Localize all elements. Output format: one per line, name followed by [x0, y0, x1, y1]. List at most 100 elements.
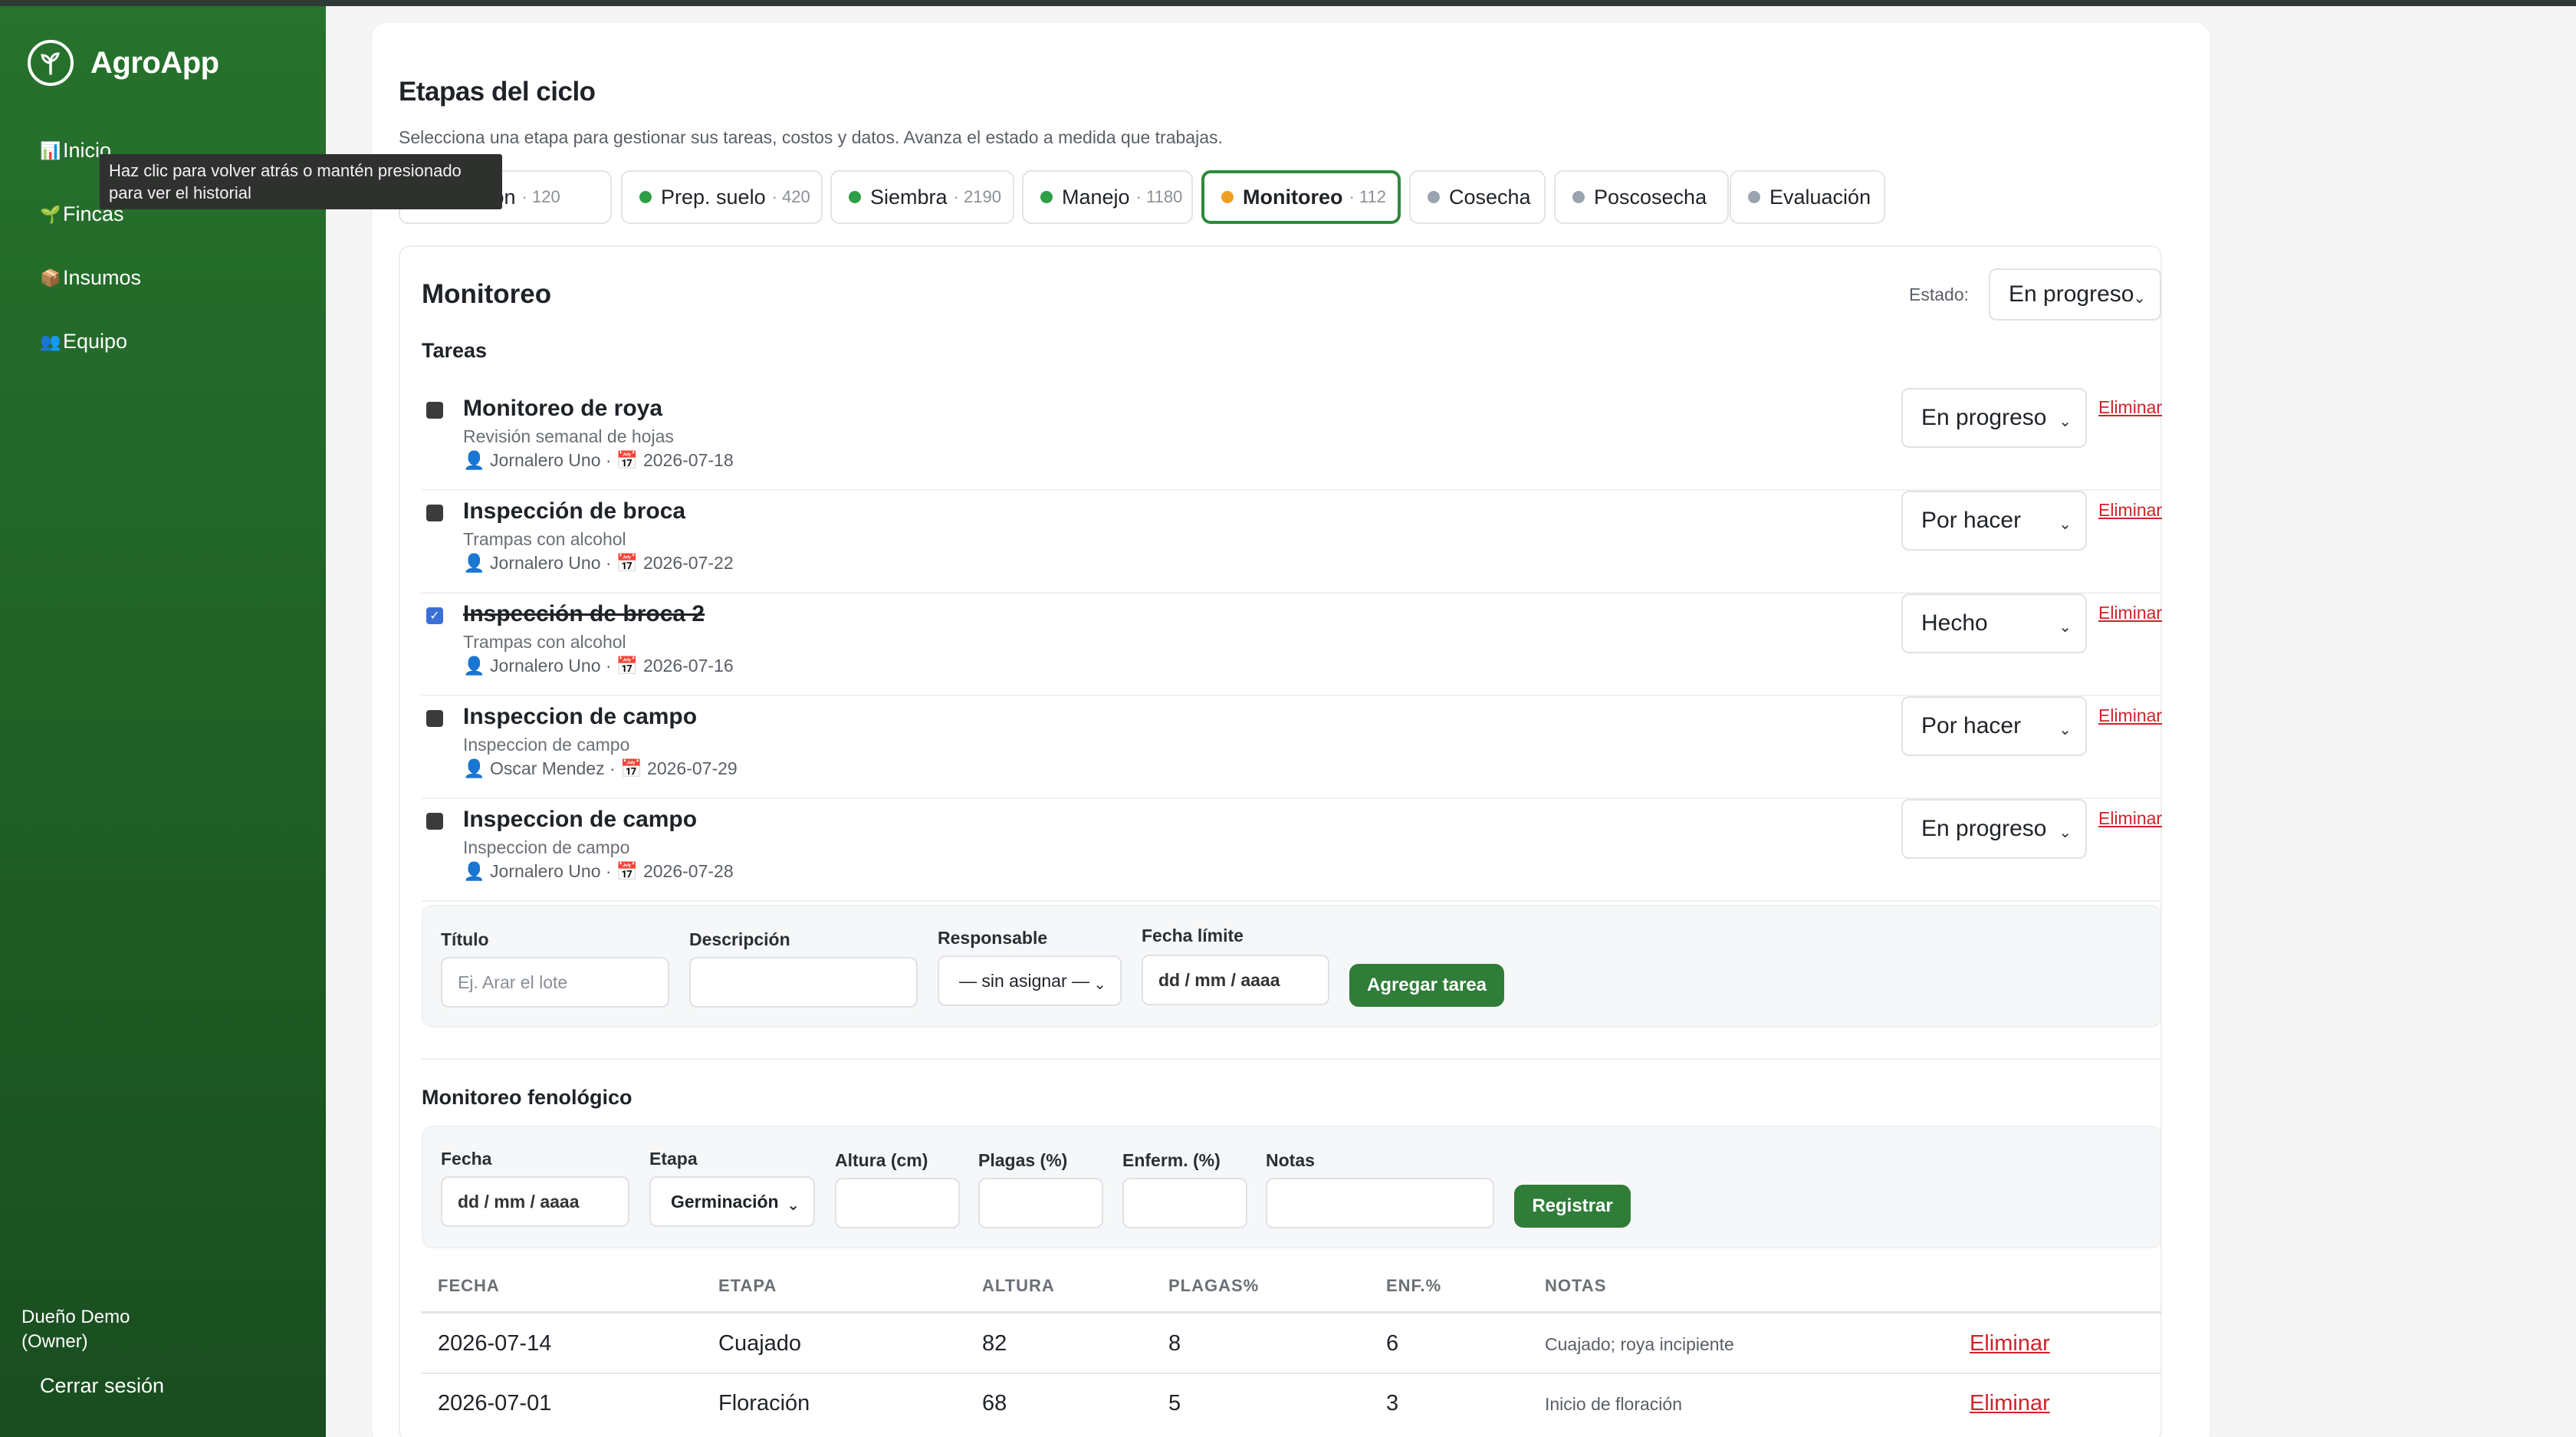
- task-title-input[interactable]: Ej. Arar el lote: [441, 957, 669, 1008]
- status-dot-icon: [849, 191, 861, 203]
- status-dot-icon: [1748, 191, 1760, 203]
- panel-title: Monitoreo: [422, 279, 552, 309]
- table-header-line: [422, 1311, 2162, 1314]
- stage-label: Manejo: [1062, 185, 1130, 209]
- task-title: Inspeccion de campo: [463, 807, 698, 832]
- task-status-value: En progreso: [1921, 405, 2047, 430]
- task-title: Inspeccion de campo: [463, 704, 698, 729]
- tab-cosecha[interactable]: Cosecha: [1409, 170, 1546, 224]
- plagas-input[interactable]: [978, 1178, 1103, 1228]
- task-checkbox-checked[interactable]: ✓: [426, 607, 443, 624]
- sidebar-item-insumos[interactable]: 📦 Insumos: [40, 266, 141, 290]
- pheno-stage-select[interactable]: Germinación ⌄: [649, 1176, 815, 1227]
- chevron-down-icon: ⌄: [1093, 976, 1106, 993]
- task-title: Monitoreo de roya: [463, 396, 663, 421]
- task-status-select[interactable]: Por hacer ⌄: [1901, 491, 2087, 551]
- task-description-input[interactable]: [689, 957, 918, 1008]
- task-meta: 👤 Jornalero Uno · 📅 2026-07-16: [463, 656, 734, 676]
- task-meta: 👤 Oscar Mendez · 📅 2026-07-29: [463, 758, 738, 778]
- task-status-select[interactable]: Hecho ⌄: [1901, 594, 2087, 653]
- task-checkbox[interactable]: [426, 505, 443, 521]
- task-description: Trampas con alcohol: [463, 632, 626, 652]
- stage-label: Cosecha: [1449, 185, 1531, 209]
- delete-task-link[interactable]: Eliminar: [2098, 397, 2162, 418]
- stage-status-select[interactable]: En progreso ⌄: [1989, 268, 2161, 321]
- cell-altura: 68: [982, 1391, 1007, 1416]
- status-dot-icon: [639, 191, 652, 203]
- title-label: Título: [441, 929, 489, 949]
- tab-prep-suelo[interactable]: Prep. suelo · 420: [621, 170, 823, 224]
- page-subtitle: Selecciona una etapa para gestionar sus …: [399, 127, 1223, 147]
- tab-poscosecha[interactable]: Poscosecha: [1554, 170, 1729, 224]
- cell-altura: 82: [982, 1331, 1007, 1356]
- column-header: FECHA: [438, 1276, 500, 1295]
- logout-button[interactable]: Cerrar sesión: [40, 1374, 164, 1398]
- stage-label: Siembra: [870, 185, 948, 209]
- delete-row-link[interactable]: Eliminar: [1970, 1331, 2050, 1356]
- current-user: Dueño Demo (Owner): [21, 1307, 130, 1352]
- stage-count: · 2190: [953, 187, 1001, 206]
- task-row: ✓ Inspección de broca 2 Trampas con alco…: [422, 594, 2162, 696]
- status-dot-icon: [1428, 191, 1440, 203]
- cell-fecha: 2026-07-01: [438, 1391, 552, 1416]
- notas-input[interactable]: [1266, 1178, 1494, 1228]
- responsable-value: — sin asignar —: [959, 970, 1090, 991]
- task-status-value: Por hacer: [1921, 508, 2022, 533]
- altura-input[interactable]: [835, 1178, 960, 1228]
- task-checkbox[interactable]: [426, 710, 443, 727]
- cell-fecha: 2026-07-14: [438, 1331, 552, 1356]
- cell-enf: 3: [1386, 1391, 1399, 1416]
- column-header: ENF.%: [1386, 1276, 1442, 1295]
- page-title: Etapas del ciclo: [399, 77, 596, 107]
- task-description: Trampas con alcohol: [463, 529, 626, 549]
- stage-count: · 1180: [1135, 187, 1183, 206]
- responsable-select[interactable]: — sin asignar — ⌄: [938, 955, 1122, 1006]
- task-description: Revisión semanal de hojas: [463, 426, 674, 446]
- task-checkbox[interactable]: [426, 402, 443, 419]
- notas-label: Notas: [1266, 1150, 1315, 1170]
- task-status-select[interactable]: Por hacer ⌄: [1901, 696, 2087, 756]
- delete-task-link[interactable]: Eliminar: [2098, 705, 2162, 726]
- delete-row-link[interactable]: Eliminar: [1970, 1391, 2050, 1416]
- cell-plagas: 5: [1168, 1391, 1181, 1416]
- task-status-select[interactable]: En progreso ⌄: [1901, 799, 2087, 859]
- task-status-value: En progreso: [1921, 816, 2047, 841]
- tab-siembra[interactable]: Siembra · 2190: [830, 170, 1014, 224]
- brand[interactable]: AgroApp: [28, 40, 219, 86]
- task-description: Inspeccion de campo: [463, 735, 630, 755]
- enferm-input[interactable]: [1122, 1178, 1247, 1228]
- status-dot-icon: [1221, 191, 1234, 203]
- column-header: ALTURA: [982, 1276, 1055, 1295]
- sidebar-item-equipo[interactable]: 👥 Equipo: [40, 330, 127, 353]
- delete-task-link[interactable]: Eliminar: [2098, 500, 2162, 521]
- tab-monitoreo[interactable]: Monitoreo · 112: [1201, 170, 1401, 224]
- tab-evaluacion[interactable]: Evaluación: [1730, 170, 1885, 224]
- sidebar: AgroApp 📊 Inicio 🌱 Fincas 📦 Insumos 👥 Eq…: [0, 6, 326, 1437]
- column-header: ETAPA: [718, 1276, 777, 1295]
- register-button[interactable]: Registrar: [1514, 1185, 1631, 1228]
- cell-notas: Cuajado; roya incipiente: [1545, 1334, 1734, 1354]
- delete-task-link[interactable]: Eliminar: [2098, 603, 2162, 623]
- chart-icon: 📊: [40, 140, 61, 160]
- tasks-heading: Tareas: [422, 339, 488, 362]
- add-task-button[interactable]: Agregar tarea: [1349, 964, 1504, 1007]
- pheno-date-input[interactable]: dd / mm / aaaa: [441, 1176, 629, 1227]
- stage-label: Prep. suelo: [661, 185, 766, 209]
- seedling-icon: 🌱: [40, 204, 61, 224]
- cell-plagas: 8: [1168, 1331, 1181, 1356]
- status-dot-icon: [1572, 191, 1585, 203]
- tab-manejo[interactable]: Manejo · 1180: [1022, 170, 1193, 224]
- chevron-down-icon: ⌄: [2058, 619, 2072, 636]
- task-title: Inspección de broca 2: [463, 601, 705, 626]
- due-date-input[interactable]: dd / mm / aaaa: [1142, 955, 1329, 1005]
- cell-etapa: Cuajado: [718, 1331, 802, 1356]
- altura-label: Altura (cm): [835, 1150, 928, 1170]
- task-title: Inspección de broca: [463, 498, 686, 524]
- task-checkbox[interactable]: [426, 813, 443, 830]
- plagas-label: Plagas (%): [978, 1150, 1068, 1170]
- task-meta: 👤 Jornalero Uno · 📅 2026-07-28: [463, 861, 734, 881]
- delete-task-link[interactable]: Eliminar: [2098, 808, 2162, 829]
- estado-label: Estado:: [1909, 284, 1969, 304]
- stage-count: · 420: [771, 187, 810, 206]
- task-status-select[interactable]: En progreso ⌄: [1901, 388, 2087, 448]
